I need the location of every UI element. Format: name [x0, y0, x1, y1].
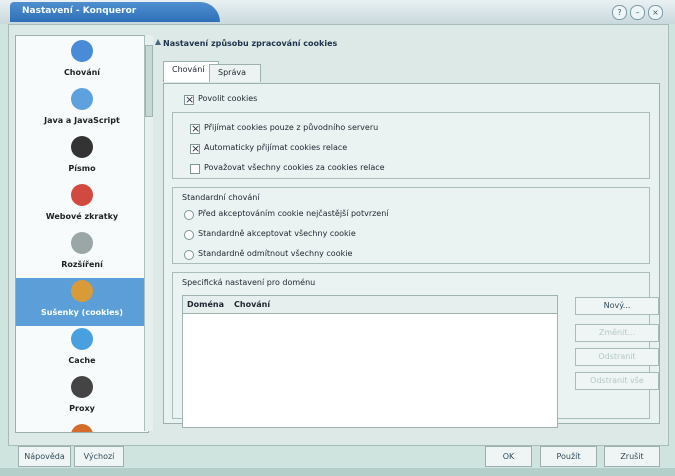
help-button[interactable]: Nápověda — [18, 446, 71, 467]
reject-all-radio[interactable] — [184, 250, 194, 260]
cookie-icon — [71, 280, 93, 302]
sidebar-item-security[interactable] — [16, 422, 148, 432]
sidebar-item-fonts[interactable]: Písmo — [16, 134, 148, 182]
minimize-icon[interactable]: – — [630, 5, 645, 20]
sidebar-item-label: Cache — [68, 356, 96, 365]
ask-label: Před akceptováním cookie nejčastější pot… — [198, 209, 389, 218]
proxy-icon — [71, 376, 93, 398]
sidebar-item-plugins[interactable]: Rozšíření — [16, 230, 148, 278]
treat-all-session-label: Považovat všechny cookies za cookies rel… — [204, 163, 385, 172]
sidebar-item-label: Webové zkratky — [45, 212, 119, 221]
tab-bar: Chování Správa — [163, 60, 658, 84]
enable-cookies-checkbox[interactable] — [184, 93, 194, 106]
sidebar-item-behavior[interactable]: Chování — [16, 38, 148, 86]
settings-window: Nastavení - Konqueror ? – × Chování Java… — [0, 0, 675, 476]
sidebar-item-label: Chování — [63, 68, 101, 77]
default-policy-title: Standardní chování — [182, 193, 260, 202]
ok-button[interactable]: OK — [485, 446, 532, 467]
font-icon — [71, 136, 93, 158]
enable-cookies-label: Povolit cookies — [198, 94, 258, 103]
reject-all-label: Standardně odmítnout všechny cookie — [198, 249, 353, 258]
sidebar-item-proxy[interactable]: Proxy — [16, 374, 148, 422]
defaults-button[interactable]: Výchozí — [74, 446, 124, 467]
page-title: Nastavení způsobu zpracování cookies — [163, 39, 338, 48]
sidebar-item-web-shortcuts[interactable]: Webové zkratky — [16, 182, 148, 230]
help-icon[interactable]: ? — [612, 5, 627, 20]
accept-origin-checkbox[interactable] — [190, 122, 200, 135]
auto-accept-session-checkbox[interactable] — [190, 142, 200, 155]
collapse-arrow-icon — [155, 39, 161, 45]
java-icon — [71, 88, 93, 110]
delete-button[interactable]: Odstranit — [575, 348, 659, 366]
sidebar-item-label: Sušenky (cookies) — [41, 308, 123, 317]
treat-all-session-checkbox[interactable] — [190, 164, 200, 174]
window-title: Nastavení - Konqueror — [22, 6, 137, 16]
domain-specific-title: Specifická nastavení pro doménu — [182, 278, 316, 287]
sidebar-item-cache[interactable]: Cache — [16, 326, 148, 374]
domain-column-header[interactable]: Doména — [187, 300, 224, 309]
cookie-tab-panel: Povolit cookies Přijímat cookies pouze z… — [163, 83, 660, 428]
sidebar-item-label: Proxy — [69, 404, 95, 413]
domain-policy-list[interactable]: Doména Chování — [182, 295, 558, 428]
sidebar-item-label: Rozšíření — [61, 260, 103, 269]
domain-list-header: Doména Chování — [183, 296, 557, 314]
accept-origin-label: Přijímat cookies pouze z původního serve… — [204, 123, 379, 132]
gear-icon — [71, 40, 93, 62]
cache-icon — [71, 328, 93, 350]
cancel-button[interactable]: Zrušit — [604, 446, 660, 467]
close-icon[interactable]: × — [648, 5, 663, 20]
settings-sidebar: Chování Java a JavaScript Písmo Webové z… — [15, 35, 149, 433]
tab-management[interactable]: Správa — [209, 64, 261, 82]
accept-all-label: Standardně akceptovat všechny cookie — [198, 229, 356, 238]
policy-column-header[interactable]: Chování — [234, 300, 270, 309]
puzzle-icon — [71, 232, 93, 254]
accept-all-radio[interactable] — [184, 230, 194, 240]
new-button[interactable]: Nový... — [575, 297, 659, 315]
ask-radio[interactable] — [184, 210, 194, 220]
security-icon — [71, 424, 93, 432]
shortcut-icon — [71, 184, 93, 206]
main-panel: Nastavení způsobu zpracování cookies Cho… — [155, 35, 665, 431]
auto-accept-session-label: Automaticky přijímat cookies relace — [204, 143, 348, 152]
title-bar: Nastavení - Konqueror ? – × — [0, 0, 675, 24]
delete-all-button[interactable]: Odstranit vše — [575, 372, 659, 390]
sidebar-item-java-javascript[interactable]: Java a JavaScript — [16, 86, 148, 134]
sidebar-item-cookies[interactable]: Sušenky (cookies) — [16, 278, 148, 326]
apply-button[interactable]: Použít — [540, 446, 597, 467]
change-button[interactable]: Změnit... — [575, 324, 659, 342]
sidebar-item-label: Java a JavaScript — [44, 116, 120, 125]
sidebar-item-label: Písmo — [68, 164, 96, 173]
window-bottom-strip — [0, 468, 675, 476]
sidebar-scroll-thumb[interactable] — [145, 45, 153, 117]
